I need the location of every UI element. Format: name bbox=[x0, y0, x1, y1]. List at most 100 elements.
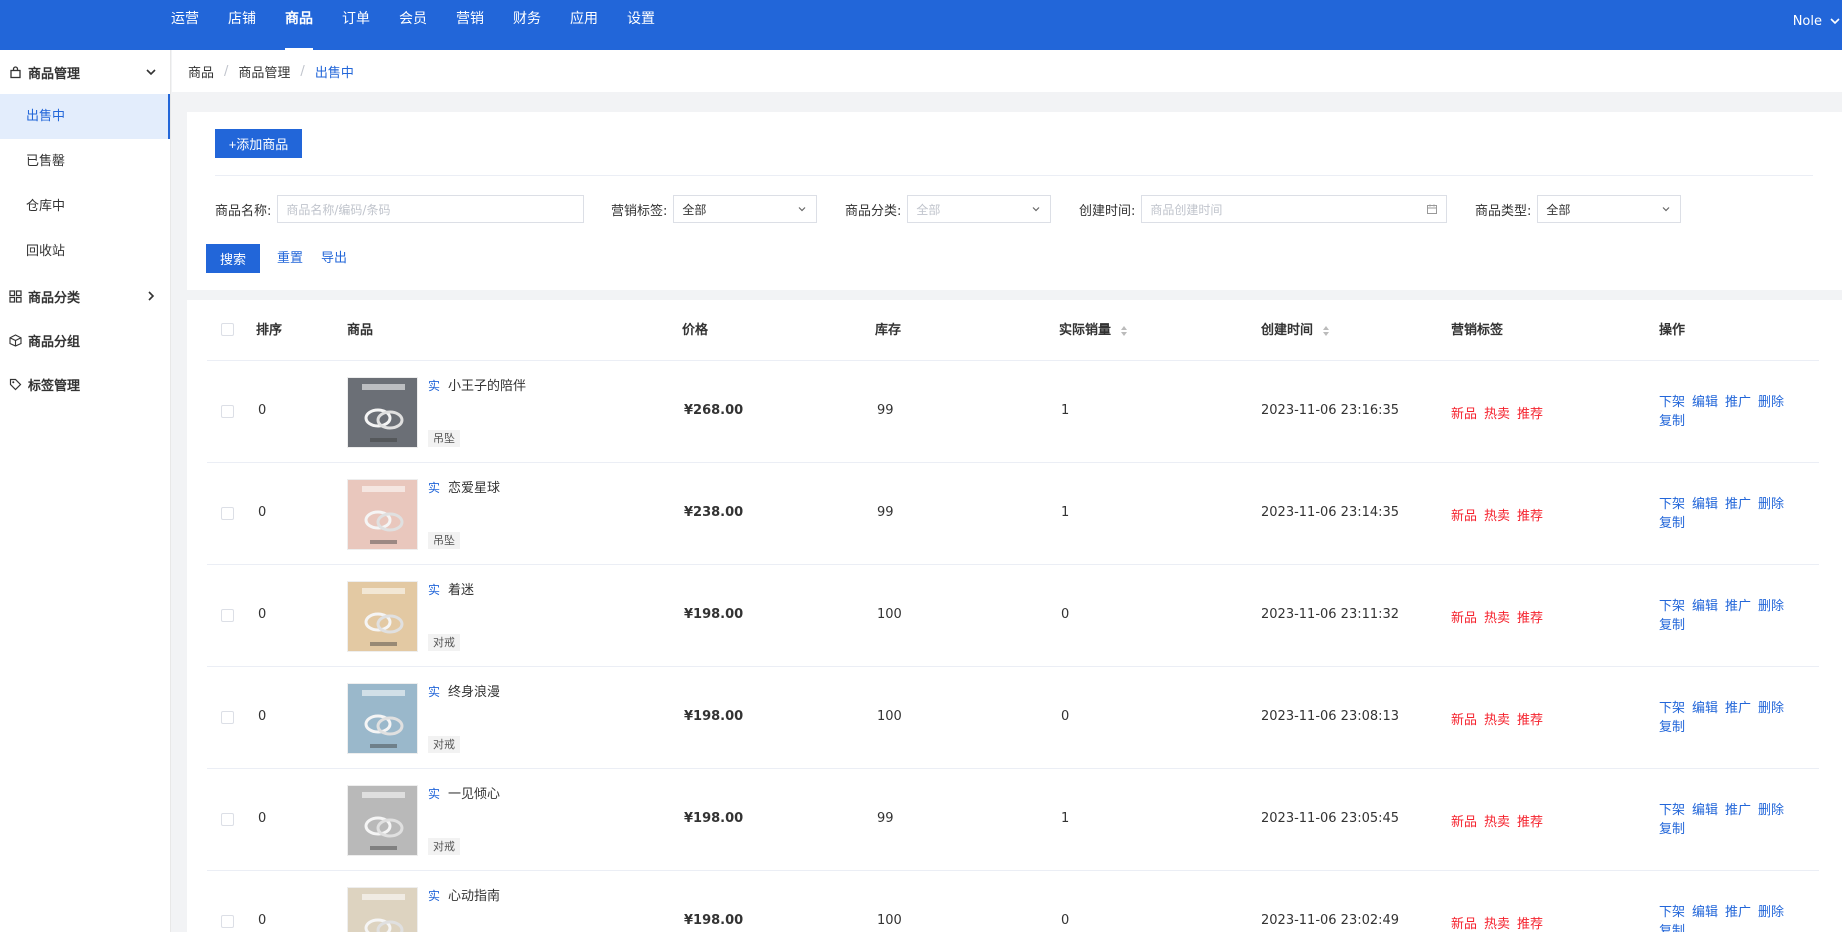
nav-item[interactable]: 运营 bbox=[171, 0, 199, 50]
marketing-tag-select[interactable]: 全部 bbox=[673, 195, 818, 223]
sidebar-item-recycle-bin[interactable]: 回收站 bbox=[0, 229, 170, 274]
goods-thumbnail[interactable] bbox=[347, 479, 418, 550]
edit-link[interactable]: 编辑 bbox=[1692, 497, 1718, 512]
off-shelf-link[interactable]: 下架 bbox=[1659, 905, 1685, 920]
sidebar-item-on-sale[interactable]: 出售中 bbox=[0, 94, 170, 139]
header-sales[interactable]: 实际销量 bbox=[1059, 300, 1128, 361]
nav-item[interactable]: 商品 bbox=[285, 0, 313, 50]
filter-label: 商品分类: bbox=[845, 203, 902, 219]
filter-created-time: 创建时间: 商品创建时间 bbox=[1079, 195, 1448, 223]
edit-link[interactable]: 编辑 bbox=[1692, 599, 1718, 614]
sidebar-group-grouping[interactable]: 商品分组 bbox=[0, 318, 170, 362]
reset-link[interactable]: 重置 bbox=[277, 244, 303, 273]
off-shelf-link[interactable]: 下架 bbox=[1659, 803, 1685, 818]
nav-item[interactable]: 财务 bbox=[513, 0, 541, 50]
header-created-label: 创建时间 bbox=[1261, 323, 1314, 338]
goods-thumbnail[interactable] bbox=[347, 581, 418, 652]
edit-link[interactable]: 编辑 bbox=[1692, 803, 1718, 818]
goods-name-link[interactable]: 着迷 bbox=[448, 579, 474, 598]
row-operations: 下架 编辑 推广 删除复制 bbox=[1659, 699, 1809, 737]
nav-item[interactable]: 订单 bbox=[342, 0, 370, 50]
nav-item[interactable]: 应用 bbox=[570, 0, 598, 50]
add-goods-button[interactable]: +添加商品 bbox=[215, 129, 302, 158]
sidebar-group-label: 商品管理 bbox=[28, 66, 81, 82]
created-time-picker[interactable]: 商品创建时间 bbox=[1141, 195, 1448, 223]
jewelry-image-icon bbox=[348, 888, 417, 932]
calendar-icon bbox=[1427, 204, 1438, 214]
copy-link[interactable]: 复制 bbox=[1659, 618, 1685, 633]
copy-link[interactable]: 复制 bbox=[1659, 414, 1685, 429]
copy-link[interactable]: 复制 bbox=[1659, 924, 1685, 932]
goods-name-link[interactable]: 一见倾心 bbox=[448, 783, 500, 802]
nav-item[interactable]: 会员 bbox=[399, 0, 427, 50]
row-checkbox[interactable] bbox=[221, 711, 234, 724]
row-checkbox[interactable] bbox=[221, 507, 234, 520]
delete-link[interactable]: 删除 bbox=[1758, 395, 1784, 410]
copy-link[interactable]: 复制 bbox=[1659, 516, 1685, 531]
promote-link[interactable]: 推广 bbox=[1725, 395, 1751, 410]
row-operations: 下架 编辑 推广 删除复制 bbox=[1659, 801, 1809, 839]
goods-thumbnail[interactable] bbox=[347, 785, 418, 856]
sidebar-group-goods-manage[interactable]: 商品管理 bbox=[0, 50, 170, 94]
cell-price: ¥268.00 bbox=[684, 403, 744, 418]
goods-name-link[interactable]: 恋爱星球 bbox=[448, 477, 500, 496]
promote-link[interactable]: 推广 bbox=[1725, 599, 1751, 614]
nav-item[interactable]: 店铺 bbox=[228, 0, 256, 50]
header-created[interactable]: 创建时间 bbox=[1261, 300, 1330, 361]
category-select[interactable]: 全部 bbox=[907, 195, 1052, 223]
goods-thumbnail[interactable] bbox=[347, 683, 418, 754]
goods-type-select[interactable]: 全部 bbox=[1537, 195, 1682, 223]
goods-name-link[interactable]: 心动指南 bbox=[448, 885, 500, 904]
row-operations: 下架 编辑 推广 删除复制 bbox=[1659, 597, 1809, 635]
goods-thumbnail[interactable] bbox=[347, 377, 418, 448]
goods-name-link[interactable]: 终身浪漫 bbox=[448, 681, 500, 700]
row-checkbox[interactable] bbox=[221, 813, 234, 826]
promote-link[interactable]: 推广 bbox=[1725, 497, 1751, 512]
copy-link[interactable]: 复制 bbox=[1659, 720, 1685, 735]
row-checkbox[interactable] bbox=[221, 609, 234, 622]
sidebar-group-tags[interactable]: 标签管理 bbox=[0, 362, 170, 406]
row-checkbox[interactable] bbox=[221, 405, 234, 418]
cell-stock: 99 bbox=[877, 403, 894, 418]
select-all-checkbox[interactable] bbox=[221, 323, 234, 336]
user-name: Nole bbox=[1792, 13, 1822, 29]
off-shelf-link[interactable]: 下架 bbox=[1659, 395, 1685, 410]
row-checkbox[interactable] bbox=[221, 915, 234, 928]
real-goods-badge: 实 bbox=[428, 583, 441, 597]
sidebar-item-sold-out[interactable]: 已售罄 bbox=[0, 139, 170, 184]
delete-link[interactable]: 删除 bbox=[1758, 803, 1784, 818]
sidebar-group-category[interactable]: 商品分类 bbox=[0, 274, 170, 318]
search-button[interactable]: 搜索 bbox=[206, 244, 260, 273]
breadcrumb-item-goods-manage[interactable]: 商品管理 bbox=[238, 62, 290, 81]
goods-name-link[interactable]: 小王子的陪伴 bbox=[448, 375, 526, 394]
promote-link[interactable]: 推广 bbox=[1725, 905, 1751, 920]
breadcrumb-item-current: 出售中 bbox=[314, 65, 354, 81]
promote-link[interactable]: 推广 bbox=[1725, 701, 1751, 716]
goods-name-input[interactable]: 商品名称/编码/条码 bbox=[277, 195, 585, 223]
sidebar-item-warehouse[interactable]: 仓库中 bbox=[0, 184, 170, 229]
edit-link[interactable]: 编辑 bbox=[1692, 905, 1718, 920]
off-shelf-link[interactable]: 下架 bbox=[1659, 701, 1685, 716]
delete-link[interactable]: 删除 bbox=[1758, 599, 1784, 614]
nav-item[interactable]: 设置 bbox=[627, 0, 655, 50]
delete-link[interactable]: 删除 bbox=[1758, 497, 1784, 512]
breadcrumb-item-goods[interactable]: 商品 bbox=[188, 62, 214, 81]
delete-link[interactable]: 删除 bbox=[1758, 905, 1784, 920]
grid-icon bbox=[9, 289, 22, 303]
cell-created: 2023-11-06 23:05:45 bbox=[1261, 811, 1400, 826]
breadcrumb-separator: / bbox=[300, 63, 305, 79]
export-link[interactable]: 导出 bbox=[321, 244, 347, 273]
delete-link[interactable]: 删除 bbox=[1758, 701, 1784, 716]
promote-link[interactable]: 推广 bbox=[1725, 803, 1751, 818]
off-shelf-link[interactable]: 下架 bbox=[1659, 497, 1685, 512]
nav-item[interactable]: 营销 bbox=[456, 0, 484, 50]
edit-link[interactable]: 编辑 bbox=[1692, 395, 1718, 410]
user-menu[interactable]: Nole bbox=[1793, 0, 1842, 42]
goods-thumbnail[interactable] bbox=[347, 887, 418, 932]
real-goods-badge: 实 bbox=[428, 787, 441, 801]
goods-category-tag: 吊坠 bbox=[428, 430, 460, 447]
filter-label: 商品名称: bbox=[215, 203, 272, 219]
copy-link[interactable]: 复制 bbox=[1659, 822, 1685, 837]
off-shelf-link[interactable]: 下架 bbox=[1659, 599, 1685, 614]
edit-link[interactable]: 编辑 bbox=[1692, 701, 1718, 716]
